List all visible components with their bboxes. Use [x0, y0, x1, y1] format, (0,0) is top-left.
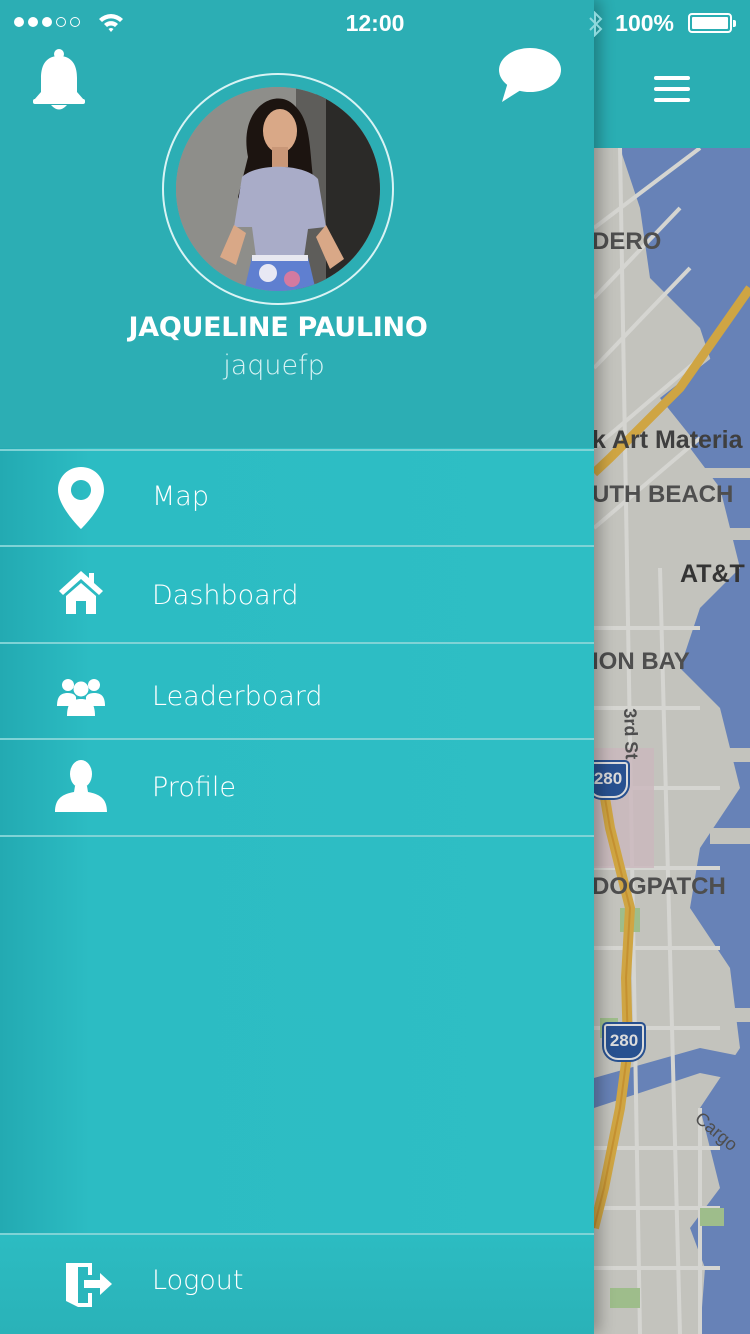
side-drawer: JAQUELINE PAULINO jaquefp Map Dashboard [0, 0, 594, 1334]
map-label: DOGPATCH [592, 873, 726, 900]
map-label: k Art Materia [592, 426, 743, 454]
avatar[interactable] [162, 73, 394, 305]
logout-button[interactable]: Logout [0, 1233, 594, 1334]
menu-item-label: Profile [152, 772, 236, 803]
map-label: UTH BEACH [592, 481, 734, 508]
group-icon [50, 676, 112, 716]
map-label: AT&T [680, 560, 745, 588]
exit-door-icon [64, 1259, 114, 1311]
menu-item-dashboard[interactable]: Dashboard [0, 545, 594, 642]
menu-item-profile[interactable]: Profile [0, 738, 594, 835]
hamburger-icon[interactable] [646, 70, 698, 104]
battery-icon [688, 13, 736, 33]
user-icon [50, 760, 112, 812]
map-label: ION BAY [592, 648, 690, 675]
profile-photo [176, 87, 380, 291]
menu-item-label: Leaderboard [152, 681, 323, 712]
map-label: DERO [592, 228, 662, 255]
map-label: 3rd St [620, 708, 642, 760]
status-bar: 12:00 100% [0, 0, 750, 48]
bluetooth-icon [589, 11, 603, 37]
highway-shield: 280 [604, 1024, 644, 1060]
menu-item-label: Dashboard [152, 580, 299, 611]
menu-item-map[interactable]: Map [0, 449, 594, 545]
menu-item-leaderboard[interactable]: Leaderboard [0, 642, 594, 738]
battery-percentage: 100% [615, 10, 674, 36]
home-icon [50, 569, 112, 615]
map-pin-icon [50, 467, 112, 529]
menu-item-label: Map [152, 481, 209, 512]
bell-icon[interactable] [30, 48, 88, 112]
menu-divider [0, 835, 594, 837]
logout-label: Logout [152, 1265, 244, 1296]
drawer-header: JAQUELINE PAULINO jaquefp [0, 0, 594, 448]
user-name: JAQUELINE PAULINO [128, 312, 428, 343]
chat-bubble-icon[interactable] [496, 46, 562, 104]
highway-shield: 280 [588, 762, 628, 798]
user-handle: jaquefp [223, 350, 325, 381]
